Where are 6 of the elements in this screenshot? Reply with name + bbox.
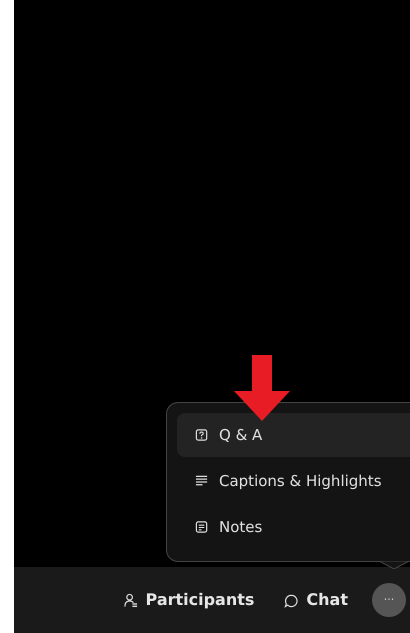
- menu-item[interactable]: Captions & Highlights: [177, 459, 410, 503]
- menu-item[interactable]: Notes: [177, 505, 410, 549]
- chat-button[interactable]: Chat: [278, 584, 354, 616]
- participants-button[interactable]: Participants: [118, 584, 260, 616]
- menu-item[interactable]: Q & A: [177, 413, 410, 457]
- more-button[interactable]: ···: [372, 583, 406, 617]
